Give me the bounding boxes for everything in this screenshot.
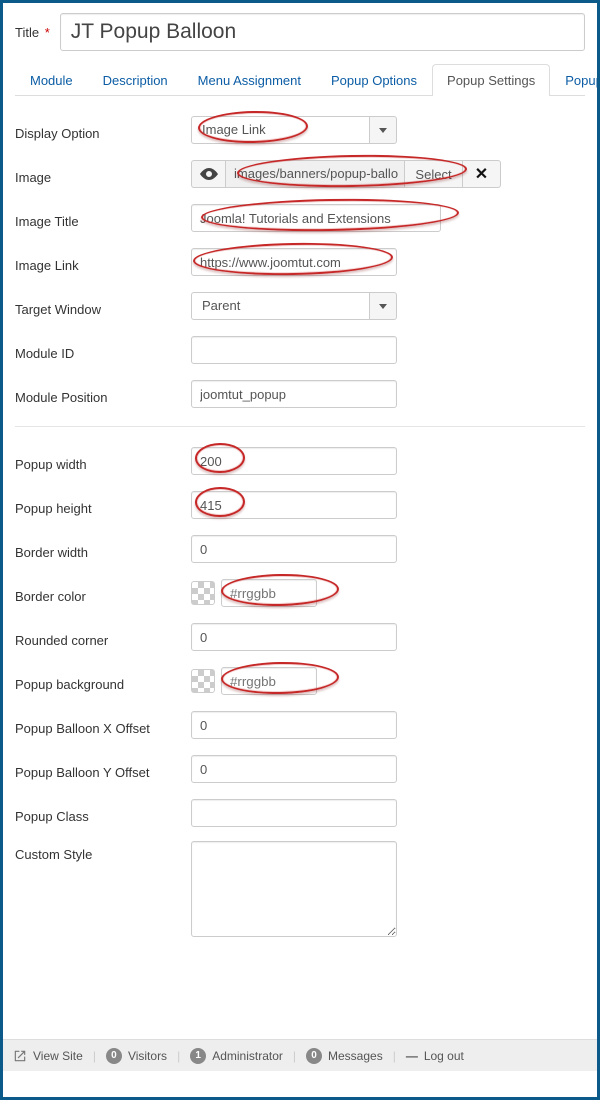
chevron-down-icon[interactable]	[369, 116, 397, 144]
popup-width-input[interactable]	[191, 447, 397, 475]
close-icon: ✕	[475, 164, 488, 184]
external-icon	[13, 1049, 27, 1063]
label-rounded-corner: Rounded corner	[15, 627, 191, 648]
label-x-offset: Popup Balloon X Offset	[15, 715, 191, 736]
title-input[interactable]	[60, 13, 585, 51]
media-eye-icon[interactable]	[191, 160, 225, 188]
status-bar: View Site | 0 Visitors | 1 Administrator…	[3, 1039, 597, 1071]
tab-module[interactable]: Module	[15, 64, 88, 96]
title-label: Title *	[15, 25, 50, 40]
message-count-badge: 0	[306, 1048, 322, 1064]
rounded-corner-input[interactable]	[191, 623, 397, 651]
status-visitors[interactable]: 0 Visitors	[106, 1048, 167, 1064]
label-target-window: Target Window	[15, 296, 191, 317]
label-module-position: Module Position	[15, 384, 191, 405]
popup-class-input[interactable]	[191, 799, 397, 827]
status-admins[interactable]: 1 Administrator	[190, 1048, 283, 1064]
tab-popup-settings[interactable]: Popup Settings	[432, 64, 550, 96]
tab-description[interactable]: Description	[88, 64, 183, 96]
custom-style-textarea[interactable]	[191, 841, 397, 937]
minus-icon: —	[406, 1049, 418, 1063]
tab-popup-cutoff[interactable]: Popup	[550, 64, 597, 96]
status-messages[interactable]: 0 Messages	[306, 1048, 383, 1064]
popup-background-input[interactable]	[221, 667, 317, 695]
label-popup-class: Popup Class	[15, 803, 191, 824]
label-image: Image	[15, 164, 191, 185]
tab-bar: Module Description Menu Assignment Popup…	[15, 63, 585, 96]
media-select-button[interactable]: Select	[405, 160, 463, 188]
eye-icon	[200, 168, 218, 180]
border-color-input[interactable]	[221, 579, 317, 607]
module-id-input[interactable]	[191, 336, 397, 364]
border-width-input[interactable]	[191, 535, 397, 563]
status-view-site[interactable]: View Site	[13, 1049, 83, 1063]
x-offset-input[interactable]	[191, 711, 397, 739]
label-border-width: Border width	[15, 539, 191, 560]
label-popup-background: Popup background	[15, 671, 191, 692]
label-popup-width: Popup width	[15, 451, 191, 472]
label-display-option: Display Option	[15, 120, 191, 141]
popup-height-input[interactable]	[191, 491, 397, 519]
label-custom-style: Custom Style	[15, 841, 191, 862]
status-logout[interactable]: — Log out	[406, 1049, 464, 1063]
media-path: images/banners/popup-ballo	[225, 160, 405, 188]
admin-count-badge: 1	[190, 1048, 206, 1064]
visitor-count-badge: 0	[106, 1048, 122, 1064]
border-color-swatch[interactable]	[191, 581, 215, 605]
target-window-select[interactable]: Parent	[191, 292, 397, 320]
tab-popup-options[interactable]: Popup Options	[316, 64, 432, 96]
popup-background-swatch[interactable]	[191, 669, 215, 693]
media-clear-button[interactable]: ✕	[463, 160, 501, 188]
chevron-down-icon[interactable]	[369, 292, 397, 320]
image-title-input[interactable]	[191, 204, 441, 232]
label-image-link: Image Link	[15, 252, 191, 273]
label-module-id: Module ID	[15, 340, 191, 361]
divider	[15, 426, 585, 427]
label-image-title: Image Title	[15, 208, 191, 229]
label-border-color: Border color	[15, 583, 191, 604]
tab-menu-assignment[interactable]: Menu Assignment	[183, 64, 316, 96]
y-offset-input[interactable]	[191, 755, 397, 783]
image-link-input[interactable]	[191, 248, 397, 276]
display-option-select[interactable]: Image Link	[191, 116, 397, 144]
label-popup-height: Popup height	[15, 495, 191, 516]
label-y-offset: Popup Balloon Y Offset	[15, 759, 191, 780]
module-position-input[interactable]	[191, 380, 397, 408]
